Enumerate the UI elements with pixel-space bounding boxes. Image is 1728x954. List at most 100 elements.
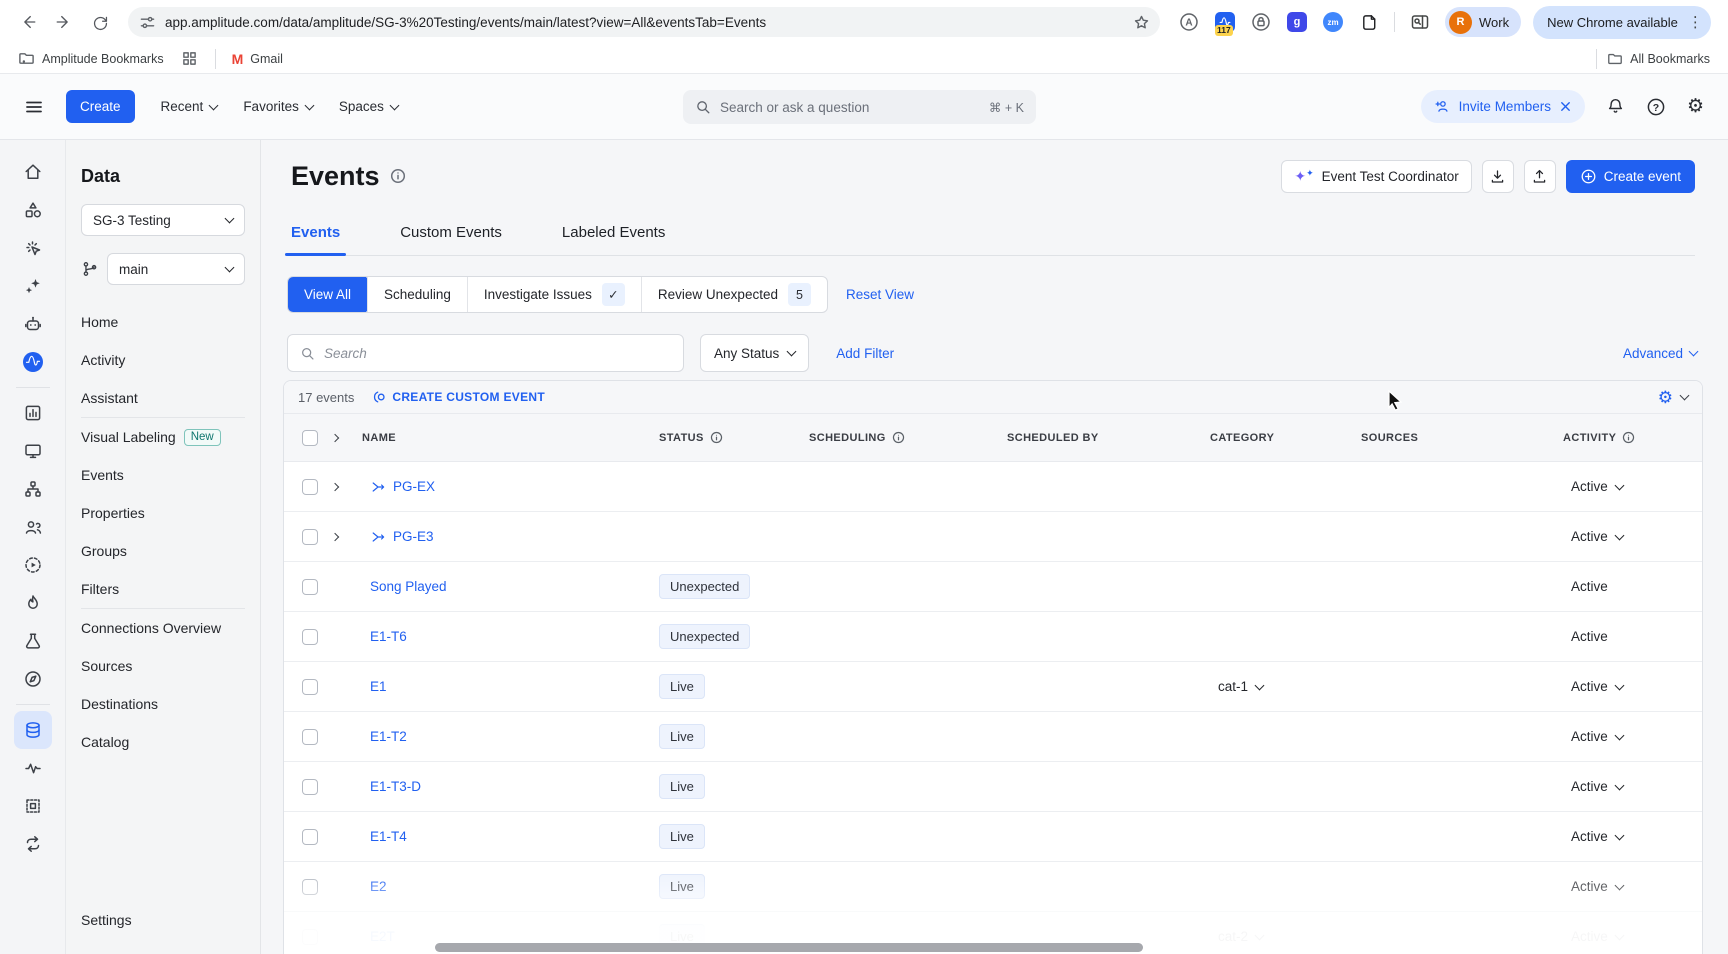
create-button[interactable]: Create: [66, 90, 135, 123]
rail-objects-icon[interactable]: [14, 191, 52, 229]
activity-dropdown[interactable]: Active: [1571, 779, 1623, 794]
branch-select[interactable]: main: [107, 253, 245, 285]
scheduling-segment[interactable]: Scheduling: [367, 277, 467, 312]
table-search-input[interactable]: [324, 346, 671, 361]
rail-home-icon[interactable]: [14, 153, 52, 191]
sidebar-item-events[interactable]: Events: [81, 456, 245, 494]
expand-row-icon[interactable]: [331, 532, 339, 540]
row-checkbox[interactable]: [302, 529, 318, 545]
event-name-link[interactable]: E1-T2: [370, 729, 407, 744]
activity-dropdown[interactable]: Active: [1571, 929, 1623, 944]
tab-custom-events[interactable]: Custom Events: [400, 224, 502, 255]
event-name-link[interactable]: PG-E3: [370, 529, 434, 545]
expand-row-icon[interactable]: [331, 482, 339, 490]
row-checkbox[interactable]: [302, 479, 318, 495]
bookmarks-folder[interactable]: Amplitude Bookmarks: [18, 50, 164, 67]
event-test-coordinator-button[interactable]: ✦✦ Event Test Coordinator: [1281, 160, 1471, 193]
recent-menu[interactable]: Recent: [161, 99, 218, 114]
sidebar-item-connections-overview[interactable]: Connections Overview: [81, 609, 245, 647]
zoom-extension-icon[interactable]: zm: [1322, 11, 1344, 33]
row-checkbox[interactable]: [302, 829, 318, 845]
review-unexpected-segment[interactable]: Review Unexpected 5: [641, 277, 827, 312]
create-custom-event-link[interactable]: CREATE CUSTOM EVENT: [372, 390, 545, 404]
sidebar-item-groups[interactable]: Groups: [81, 532, 245, 570]
activity-dropdown[interactable]: Active: [1571, 879, 1623, 894]
advanced-link[interactable]: Advanced: [1623, 346, 1697, 361]
view-all-segment[interactable]: View All: [287, 276, 368, 313]
column-category[interactable]: CATEGORY: [1210, 432, 1361, 444]
event-name-link[interactable]: E1-T4: [370, 829, 407, 844]
rail-data-icon[interactable]: [14, 711, 52, 749]
row-checkbox[interactable]: [302, 779, 318, 795]
sidebar-item-activity[interactable]: Activity: [81, 341, 245, 379]
add-filter-link[interactable]: Add Filter: [836, 346, 894, 361]
reset-view-link[interactable]: Reset View: [846, 287, 914, 302]
browser-profile-chip[interactable]: R Work: [1445, 7, 1521, 37]
rail-experiment-flask-icon[interactable]: [14, 622, 52, 660]
row-checkbox[interactable]: [302, 629, 318, 645]
rail-flow-icon[interactable]: [14, 470, 52, 508]
rail-signals-icon[interactable]: [14, 749, 52, 787]
select-all-checkbox[interactable]: [302, 430, 318, 446]
download-button[interactable]: [1482, 160, 1514, 193]
side-panel-icon[interactable]: [1409, 11, 1431, 33]
sidebar-item-sources[interactable]: Sources: [81, 647, 245, 685]
help-icon[interactable]: ?: [1646, 97, 1666, 117]
sidebar-item-destinations[interactable]: Destinations: [81, 685, 245, 723]
rail-dashboards-icon[interactable]: [14, 432, 52, 470]
favorites-menu[interactable]: Favorites: [243, 99, 313, 114]
row-checkbox[interactable]: [302, 679, 318, 695]
notifications-bell-icon[interactable]: [1606, 97, 1625, 116]
event-name-link[interactable]: E1: [370, 679, 387, 694]
rail-sync-icon[interactable]: [14, 825, 52, 863]
bottom-scroll-pill[interactable]: [435, 943, 1143, 952]
category-dropdown[interactable]: cat-1: [1218, 679, 1263, 694]
event-name-link[interactable]: PG-EX: [370, 479, 435, 495]
event-name-link[interactable]: E1-T3-D: [370, 779, 421, 794]
site-settings-icon[interactable]: [140, 15, 155, 30]
lock-extension-icon[interactable]: [1250, 11, 1272, 33]
info-icon[interactable]: [390, 168, 406, 184]
column-scheduled-by[interactable]: SCHEDULED BY: [1007, 432, 1210, 444]
column-name[interactable]: NAME: [362, 432, 659, 444]
event-name-link[interactable]: E2: [370, 879, 387, 894]
sidebar-item-catalog[interactable]: Catalog: [81, 723, 245, 761]
amplitude-extension-icon[interactable]: 117: [1214, 11, 1236, 33]
create-event-button[interactable]: Create event: [1566, 160, 1695, 193]
row-checkbox[interactable]: [302, 929, 318, 945]
invite-members-button[interactable]: Invite Members: [1421, 90, 1585, 123]
browser-menu-icon[interactable]: ⋮: [1688, 15, 1703, 30]
investigate-issues-segment[interactable]: Investigate Issues ✓: [467, 277, 641, 312]
sidebar-item-home[interactable]: Home: [81, 303, 245, 341]
forward-icon[interactable]: [48, 6, 80, 38]
project-select[interactable]: SG-3 Testing: [81, 204, 245, 236]
sidebar-item-visual-labeling[interactable]: Visual LabelingNew: [81, 418, 245, 456]
expand-all-icon[interactable]: [331, 433, 339, 441]
apps-grid-icon[interactable]: [182, 51, 197, 66]
back-icon[interactable]: [12, 6, 44, 38]
event-name-link[interactable]: Song Played: [370, 579, 447, 594]
sidebar-item-assistant[interactable]: Assistant: [81, 379, 245, 417]
category-dropdown[interactable]: cat-2: [1218, 929, 1263, 944]
table-settings-gear-icon[interactable]: ⚙: [1658, 389, 1673, 406]
rail-heatmap-flame-icon[interactable]: [14, 584, 52, 622]
rail-assistant-robot-icon[interactable]: [14, 305, 52, 343]
rail-discover-compass-icon[interactable]: [14, 660, 52, 698]
spaces-menu[interactable]: Spaces: [339, 99, 398, 114]
sidebar-item-properties[interactable]: Properties: [81, 494, 245, 532]
global-search-input[interactable]: [720, 100, 980, 115]
column-scheduling[interactable]: SCHEDULING: [809, 431, 1007, 444]
status-filter-dropdown[interactable]: Any Status: [700, 334, 809, 372]
rail-session-replay-icon[interactable]: [14, 546, 52, 584]
row-checkbox[interactable]: [302, 879, 318, 895]
event-name-link[interactable]: E2T: [370, 929, 395, 944]
clip-extension-icon[interactable]: [1358, 11, 1380, 33]
all-bookmarks[interactable]: All Bookmarks: [1607, 51, 1710, 67]
rail-charts-icon[interactable]: [14, 394, 52, 432]
upload-button[interactable]: [1524, 160, 1556, 193]
column-activity[interactable]: ACTIVITY: [1563, 431, 1702, 444]
global-search[interactable]: ⌘ + K: [683, 90, 1036, 124]
tab-labeled-events[interactable]: Labeled Events: [562, 224, 665, 255]
tab-events[interactable]: Events: [291, 224, 340, 255]
table-search[interactable]: [287, 334, 684, 372]
